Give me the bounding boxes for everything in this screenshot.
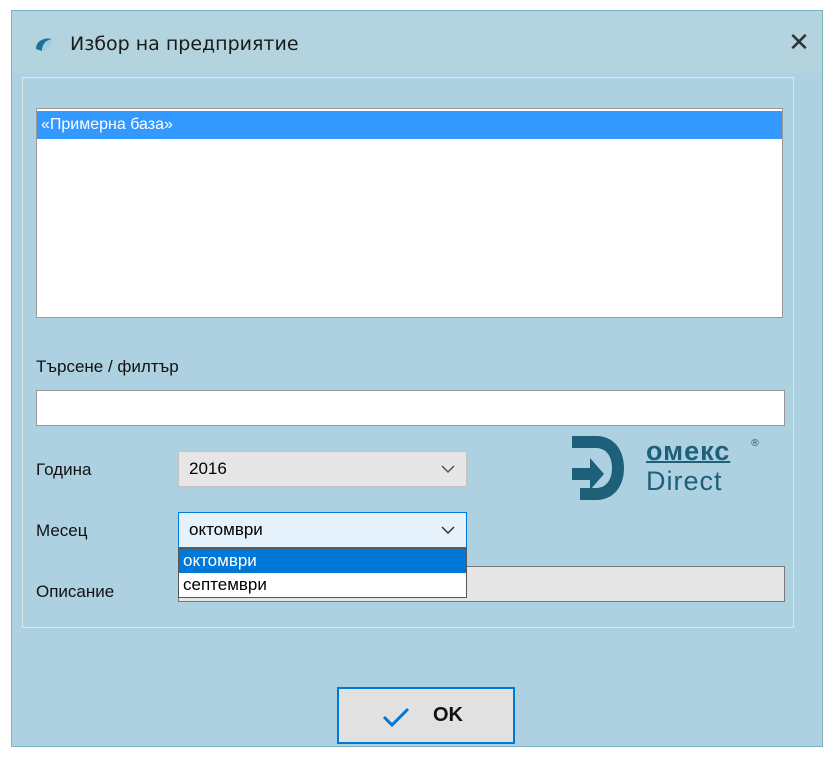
logo-subtitle: Direct bbox=[646, 466, 723, 496]
year-label: Година bbox=[36, 460, 92, 479]
search-label: Търсене / филтър bbox=[36, 357, 179, 376]
app-logo-icon bbox=[36, 38, 52, 51]
chevron-down-icon bbox=[441, 465, 455, 474]
close-icon: ✕ bbox=[788, 28, 810, 58]
ok-button[interactable]: OK bbox=[337, 687, 515, 744]
omex-direct-logo: омекс ® Direct bbox=[566, 428, 776, 508]
window-title: Избор на предприятие bbox=[70, 33, 299, 55]
year-select[interactable]: 2016 bbox=[178, 451, 467, 487]
checkmark-icon bbox=[382, 707, 410, 728]
logo-name: омекс bbox=[646, 436, 731, 466]
month-value: октомври bbox=[189, 520, 263, 539]
description-label: Описание bbox=[36, 582, 115, 601]
search-input[interactable] bbox=[36, 390, 785, 426]
ok-label: OK bbox=[433, 704, 463, 726]
logo-mark-icon bbox=[572, 436, 624, 500]
month-select[interactable]: октомври bbox=[178, 512, 467, 548]
logo-registered: ® bbox=[750, 438, 760, 449]
dropdown-option[interactable]: октомври bbox=[179, 549, 466, 573]
month-dropdown-list[interactable]: октомври септември bbox=[178, 548, 467, 598]
title-bar[interactable]: Избор на предприятие ✕ bbox=[12, 11, 822, 73]
chevron-down-icon bbox=[441, 526, 455, 535]
company-list[interactable]: «Примерна база» bbox=[36, 108, 783, 318]
dropdown-option[interactable]: септември bbox=[179, 573, 466, 597]
month-label: Месец bbox=[36, 521, 88, 540]
year-value: 2016 bbox=[189, 459, 227, 478]
close-button[interactable]: ✕ bbox=[776, 25, 822, 61]
list-item[interactable]: «Примерна база» bbox=[37, 111, 782, 139]
